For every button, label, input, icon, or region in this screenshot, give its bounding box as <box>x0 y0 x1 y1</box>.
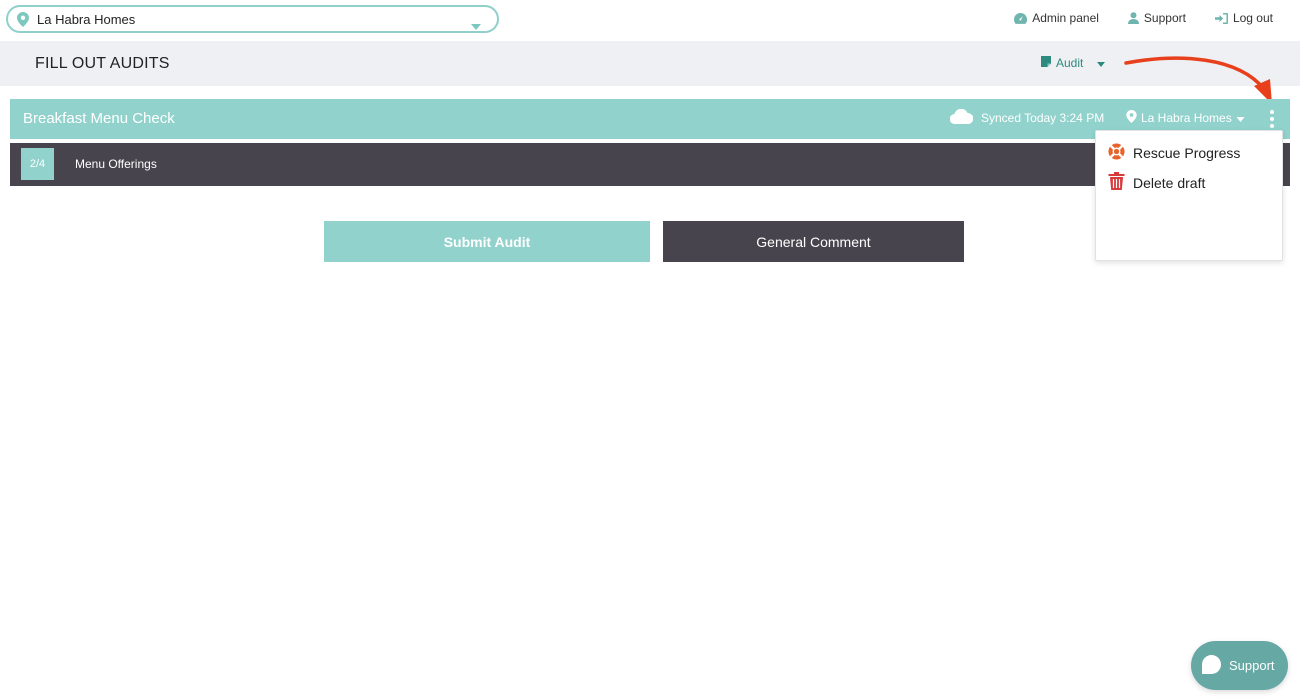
delete-draft-label: Delete draft <box>1133 174 1206 191</box>
document-icon <box>1041 56 1051 70</box>
trash-icon <box>1108 172 1125 193</box>
more-options-menu: Rescue Progress Delete draft <box>1095 130 1283 261</box>
admin-panel-link[interactable]: Admin panel <box>1014 11 1099 25</box>
delete-draft-menu-item[interactable]: Delete draft <box>1108 172 1205 193</box>
audit-name: Breakfast Menu Check <box>23 110 175 127</box>
support-label: Support <box>1143 11 1186 25</box>
rescue-progress-menu-item[interactable]: Rescue Progress <box>1108 143 1240 163</box>
chevron-down-icon <box>1097 56 1106 70</box>
kebab-dot <box>1270 110 1274 114</box>
logout-label: Log out <box>1232 11 1273 25</box>
page-header: FILL OUT AUDITS Audit <box>0 41 1300 86</box>
banner-location-label: La Habra Homes <box>1141 111 1232 125</box>
top-nav: Admin panel Support Log out <box>1014 11 1273 25</box>
sync-status-text: Synced Today 3:24 PM <box>981 111 1105 125</box>
audit-dropdown[interactable]: Audit <box>1041 56 1106 70</box>
admin-panel-label: Admin panel <box>1032 11 1099 25</box>
support-chat-button[interactable]: Support <box>1191 641 1288 690</box>
more-options-button[interactable] <box>1265 108 1279 130</box>
submit-audit-button[interactable]: Submit Audit <box>324 221 650 262</box>
chat-bubble-icon <box>1202 654 1221 677</box>
support-chat-label: Support <box>1229 658 1275 673</box>
banner-location-dropdown[interactable]: La Habra Homes <box>1126 110 1245 126</box>
dashboard-icon <box>1014 12 1028 24</box>
kebab-dot <box>1270 124 1274 128</box>
map-pin-icon <box>1126 110 1137 126</box>
chevron-down-icon <box>1236 111 1245 125</box>
cloud-icon <box>949 108 974 127</box>
section-name: Menu Offerings <box>75 157 157 171</box>
location-select[interactable]: La Habra Homes <box>6 5 499 33</box>
user-icon <box>1127 12 1139 24</box>
kebab-dot <box>1270 117 1274 121</box>
section-count-badge: 2/4 <box>21 148 54 180</box>
location-select-value: La Habra Homes <box>37 11 136 27</box>
sync-status: Synced Today 3:24 PM <box>949 108 1105 127</box>
general-comment-button[interactable]: General Comment <box>663 221 964 262</box>
map-pin-icon <box>17 11 29 27</box>
rescue-progress-label: Rescue Progress <box>1133 145 1241 161</box>
logout-link[interactable]: Log out <box>1214 11 1273 25</box>
page-title: FILL OUT AUDITS <box>35 55 170 72</box>
support-link[interactable]: Support <box>1127 11 1186 25</box>
lifebuoy-icon <box>1108 143 1125 163</box>
chevron-down-icon <box>471 17 481 35</box>
logout-icon <box>1214 12 1228 24</box>
audit-dropdown-label: Audit <box>1056 56 1084 70</box>
